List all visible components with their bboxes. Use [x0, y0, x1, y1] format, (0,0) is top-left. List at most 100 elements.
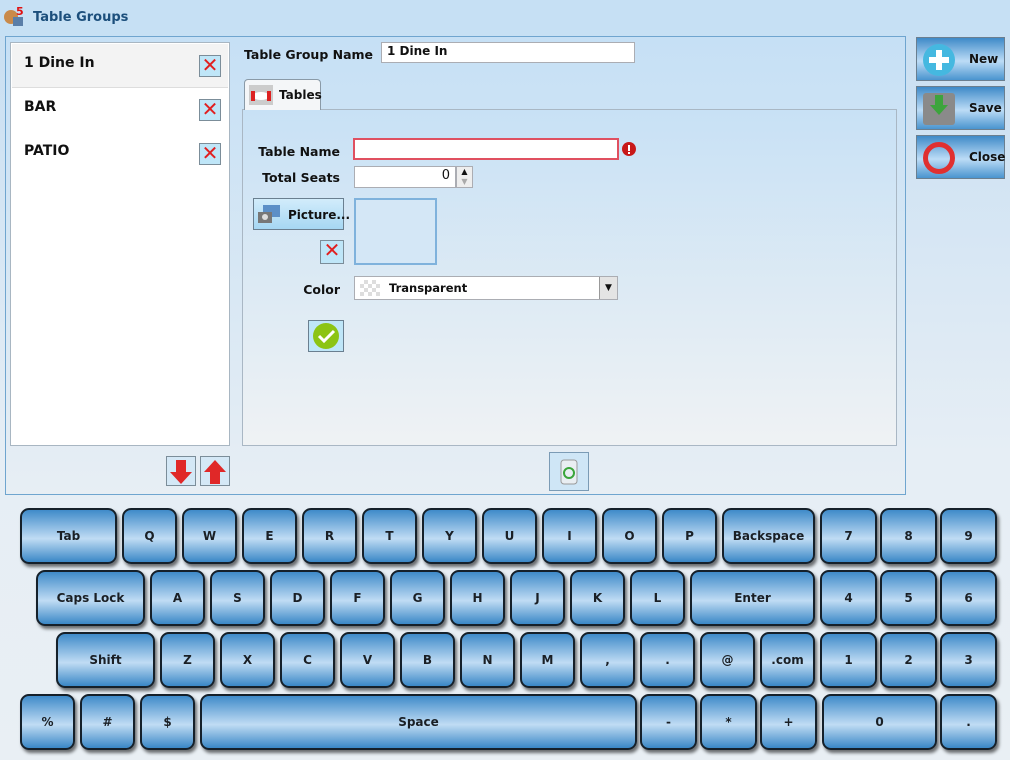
key-6[interactable]: 6 — [940, 570, 997, 626]
key-8[interactable]: 8 — [880, 508, 937, 564]
key-label: D — [292, 591, 303, 605]
key-z[interactable]: Z — [160, 632, 215, 688]
key-com[interactable]: .com — [760, 632, 815, 688]
key-capslock[interactable]: Caps Lock — [36, 570, 145, 626]
key-symbol[interactable]: @ — [700, 632, 755, 688]
list-item[interactable]: 1 Dine In — [12, 44, 228, 88]
key-shift[interactable]: Shift — [56, 632, 155, 688]
increment-icon[interactable]: ▲ — [457, 167, 472, 177]
key-symbol[interactable]: * — [700, 694, 757, 750]
key-9[interactable]: 9 — [940, 508, 997, 564]
key-label: Backspace — [732, 529, 805, 543]
delete-group-button[interactable]: ✕ — [199, 143, 221, 165]
key-symbol[interactable]: # — [80, 694, 135, 750]
key-i[interactable]: I — [542, 508, 597, 564]
save-label: Save — [969, 101, 1002, 115]
key-7[interactable]: 7 — [820, 508, 877, 564]
key-5[interactable]: 5 — [880, 570, 937, 626]
total-seats-input[interactable]: 0 — [354, 166, 456, 188]
arrow-down-icon — [170, 460, 192, 484]
key-label: T — [385, 529, 394, 543]
key-symbol[interactable]: % — [20, 694, 75, 750]
new-button[interactable]: New — [916, 37, 1005, 81]
key-k[interactable]: K — [570, 570, 625, 626]
confirm-table-button[interactable] — [308, 320, 344, 352]
key-m[interactable]: M — [520, 632, 575, 688]
key-label: 5 — [904, 591, 913, 605]
key-v[interactable]: V — [340, 632, 395, 688]
save-button[interactable]: Save — [916, 86, 1005, 130]
decrement-icon[interactable]: ▼ — [457, 177, 472, 187]
tab-label: Tables — [279, 88, 322, 102]
key-j[interactable]: J — [510, 570, 565, 626]
arrow-up-icon — [204, 460, 226, 484]
key-d[interactable]: D — [270, 570, 325, 626]
key-label: Space — [398, 715, 439, 729]
key-4[interactable]: 4 — [820, 570, 877, 626]
key-b[interactable]: B — [400, 632, 455, 688]
key-a[interactable]: A — [150, 570, 205, 626]
delete-group-button[interactable]: ✕ — [199, 99, 221, 121]
seats-stepper[interactable]: ▲ ▼ — [456, 166, 473, 188]
key-s[interactable]: S — [210, 570, 265, 626]
transparent-swatch-icon — [360, 280, 380, 296]
key-0[interactable]: 0 — [822, 694, 937, 750]
tab-tables[interactable]: Tables — [244, 79, 322, 110]
remove-picture-button[interactable]: ✕ — [320, 240, 344, 264]
key-t[interactable]: T — [362, 508, 417, 564]
key-e[interactable]: E — [242, 508, 297, 564]
table-name-input[interactable] — [353, 138, 619, 160]
key-symbol[interactable]: - — [640, 694, 697, 750]
key-space[interactable]: Space — [200, 694, 637, 750]
key-label: Q — [144, 529, 155, 543]
key-tab[interactable]: Tab — [20, 508, 117, 564]
key-r[interactable]: R — [302, 508, 357, 564]
key-symbol[interactable]: $ — [140, 694, 195, 750]
key-f[interactable]: F — [330, 570, 385, 626]
key-label: H — [472, 591, 483, 605]
key-u[interactable]: U — [482, 508, 537, 564]
key-symbol[interactable]: + — [760, 694, 817, 750]
key-p[interactable]: P — [662, 508, 717, 564]
key-label: 6 — [964, 591, 973, 605]
key-y[interactable]: Y — [422, 508, 477, 564]
key-3[interactable]: 3 — [940, 632, 997, 688]
key-label: % — [41, 715, 54, 729]
key-c[interactable]: C — [280, 632, 335, 688]
key-h[interactable]: H — [450, 570, 505, 626]
close-label: Close — [969, 150, 1006, 164]
close-button[interactable]: Close — [916, 135, 1005, 179]
recycle-bin-button[interactable] — [549, 452, 589, 491]
key-w[interactable]: W — [182, 508, 237, 564]
picture-button[interactable]: Picture... — [253, 198, 350, 230]
color-select[interactable]: Transparent ▼ — [354, 276, 618, 300]
key-n[interactable]: N — [460, 632, 515, 688]
key-g[interactable]: G — [390, 570, 445, 626]
delete-group-button[interactable]: ✕ — [199, 55, 221, 77]
key-1[interactable]: 1 — [820, 632, 877, 688]
key-l[interactable]: L — [630, 570, 685, 626]
list-item[interactable]: BAR — [12, 88, 228, 132]
key-symbol[interactable]: . — [640, 632, 695, 688]
total-seats-label: Total Seats — [262, 170, 340, 185]
key-label: S — [233, 591, 242, 605]
key-o[interactable]: O — [602, 508, 657, 564]
key-label: A — [172, 591, 183, 605]
move-up-button[interactable] — [200, 456, 230, 486]
key-symbol[interactable]: . — [940, 694, 997, 750]
chevron-down-icon[interactable]: ▼ — [599, 277, 617, 299]
power-icon — [923, 142, 955, 174]
group-name-input[interactable]: 1 Dine In — [381, 42, 635, 63]
key-label: R — [324, 529, 335, 543]
table-group-list[interactable]: 1 Dine In BAR PATIO ✕ ✕ ✕ — [10, 42, 230, 446]
list-item[interactable]: PATIO — [12, 132, 228, 176]
key-q[interactable]: Q — [122, 508, 177, 564]
key-label: P — [685, 529, 694, 543]
key-enter[interactable]: Enter — [690, 570, 815, 626]
move-down-button[interactable] — [166, 456, 196, 486]
key-backspace[interactable]: Backspace — [722, 508, 815, 564]
key-2[interactable]: 2 — [880, 632, 937, 688]
key-x[interactable]: X — [220, 632, 275, 688]
window-title: Table Groups — [33, 10, 129, 25]
key-symbol[interactable]: , — [580, 632, 635, 688]
